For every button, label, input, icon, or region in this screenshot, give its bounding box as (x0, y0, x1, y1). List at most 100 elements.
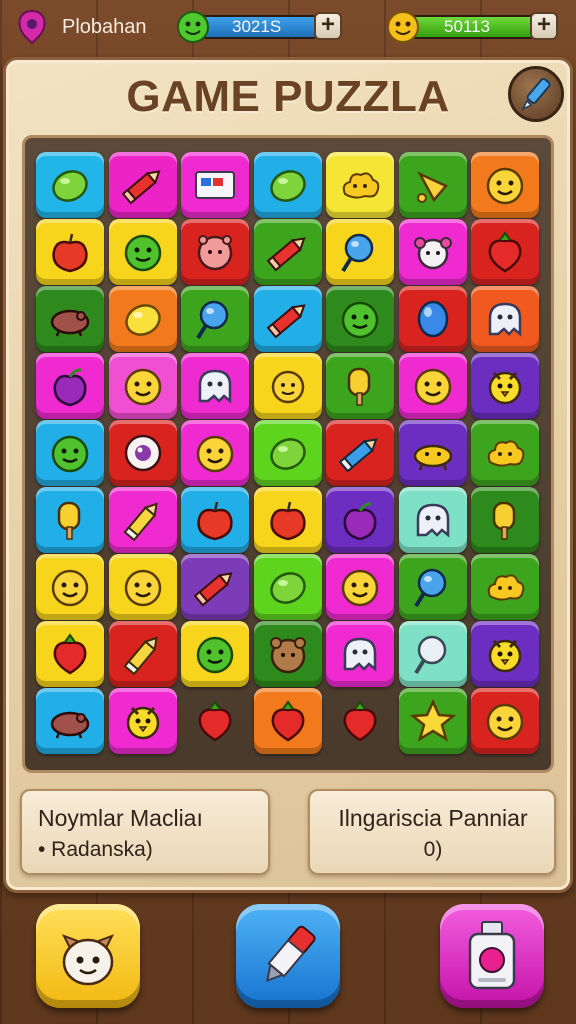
tile[interactable] (36, 487, 104, 553)
strawberry-icon (271, 700, 304, 742)
tile[interactable] (108, 420, 177, 486)
yellow-face-icon (387, 11, 419, 43)
lollipop-blue-icon (196, 300, 229, 340)
tile[interactable] (108, 353, 177, 419)
camera-icon (468, 921, 516, 990)
lemon-green-icon (269, 438, 306, 470)
tile[interactable] (471, 420, 539, 486)
edit-tool-button[interactable] (508, 66, 564, 122)
tile[interactable] (36, 554, 104, 620)
tile[interactable] (326, 487, 394, 553)
tile[interactable] (108, 688, 177, 754)
tile[interactable] (398, 621, 467, 687)
critter-white-icon (413, 237, 452, 270)
pencil-yellow-icon (122, 636, 158, 676)
tile[interactable] (108, 487, 177, 553)
tile[interactable] (36, 621, 104, 687)
tile[interactable] (108, 621, 177, 687)
tile[interactable] (181, 688, 249, 754)
face-yellow-icon (124, 368, 161, 406)
lemon-green-icon (52, 170, 88, 202)
tile[interactable] (36, 219, 104, 285)
popsicle-icon (492, 501, 516, 540)
tile[interactable] (181, 286, 249, 352)
tile[interactable] (181, 152, 249, 218)
tile[interactable] (471, 152, 539, 218)
tile[interactable] (253, 621, 322, 687)
face-pink-icon (197, 235, 233, 271)
tile[interactable] (398, 286, 467, 352)
green-face-icon (177, 11, 209, 43)
tile[interactable] (326, 353, 394, 419)
tile[interactable] (36, 688, 104, 754)
tile[interactable] (253, 688, 322, 754)
tile[interactable] (471, 554, 539, 620)
tile[interactable] (471, 621, 539, 687)
tile[interactable] (181, 621, 249, 687)
popsicle-icon (347, 367, 371, 406)
tile[interactable] (471, 688, 539, 754)
tile[interactable] (108, 286, 177, 352)
tile[interactable] (181, 487, 249, 553)
tile[interactable] (36, 420, 104, 486)
resource-counter-1: 3021S + (176, 10, 346, 43)
tile[interactable] (326, 420, 394, 486)
tile[interactable] (253, 219, 322, 285)
bell-icon (416, 171, 448, 203)
tile[interactable] (181, 420, 249, 486)
lemon-green-icon (269, 572, 306, 604)
tile[interactable] (398, 219, 467, 285)
tile[interactable] (253, 286, 322, 352)
tile[interactable] (471, 487, 539, 553)
tile[interactable] (181, 554, 249, 620)
info-left-line1: Noymlar Macliaı (38, 805, 203, 831)
tile[interactable] (398, 420, 467, 486)
chick-icon (126, 706, 159, 740)
popsicle-icon (57, 501, 81, 540)
card-icon (195, 171, 235, 199)
tile[interactable] (398, 688, 467, 754)
lemon-green-icon (269, 170, 306, 202)
info-right-line2: 0) (423, 838, 443, 861)
tile[interactable] (398, 152, 467, 218)
tile[interactable] (253, 420, 322, 486)
tile[interactable] (108, 219, 177, 285)
tile[interactable] (326, 688, 394, 754)
tile[interactable] (36, 152, 104, 218)
tile[interactable] (326, 152, 394, 218)
tile[interactable] (253, 554, 322, 620)
tile[interactable] (471, 219, 539, 285)
tile[interactable] (471, 353, 539, 419)
tile[interactable] (326, 621, 394, 687)
egg-blue-icon (417, 300, 448, 338)
tile[interactable] (108, 554, 177, 620)
tile[interactable] (326, 286, 394, 352)
tile[interactable] (253, 152, 322, 218)
tile[interactable] (398, 487, 467, 553)
tile[interactable] (253, 353, 322, 419)
tile[interactable] (471, 286, 539, 352)
tile[interactable] (253, 487, 322, 553)
tile[interactable] (181, 353, 249, 419)
top-bar: Plobahan 3021S + 50113 + (0, 0, 576, 56)
add-resource-2-button[interactable]: + (530, 12, 558, 40)
balloon-icon[interactable] (16, 9, 48, 45)
tile[interactable] (108, 152, 177, 218)
ghost-icon (488, 302, 522, 337)
tile[interactable] (181, 219, 249, 285)
tile[interactable] (326, 219, 394, 285)
marker-button[interactable] (236, 904, 340, 1008)
face-brown-icon (269, 637, 306, 674)
tile[interactable] (36, 286, 104, 352)
tile[interactable] (326, 554, 394, 620)
camera-button[interactable] (440, 904, 544, 1008)
tile[interactable] (36, 353, 104, 419)
tile[interactable] (398, 554, 467, 620)
creature-button[interactable] (36, 904, 140, 1008)
add-resource-1-button[interactable]: + (314, 12, 342, 40)
cloud-yellow-icon (487, 574, 525, 601)
tile[interactable] (398, 353, 467, 419)
player-name: Plobahan (62, 16, 147, 38)
strawberry-icon (198, 700, 232, 742)
cloud-yellow-icon (487, 440, 525, 467)
